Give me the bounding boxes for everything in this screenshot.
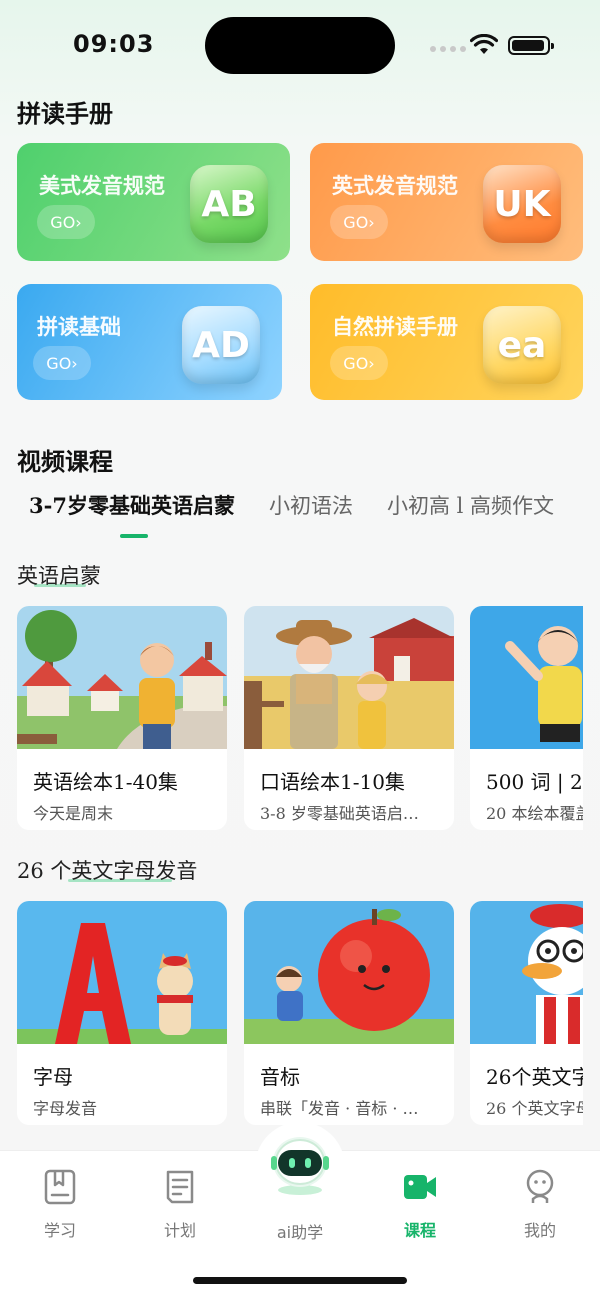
video-row-enlightenment: 英语绘本1-40集 今天是周末 口语绘本1-10集 3-8 岁零基础英语启… 5… — [17, 606, 583, 830]
tab-course[interactable]: 课程 — [380, 1169, 460, 1241]
phonics-section-title: 拼读手册 — [17, 100, 113, 128]
ea-badge-icon: ea — [483, 306, 561, 384]
tab-plan[interactable]: 计划 — [140, 1169, 220, 1241]
battery-icon — [508, 36, 554, 55]
signal-icon — [430, 46, 466, 52]
go-button[interactable]: GO› — [330, 205, 388, 239]
video-card[interactable]: 字母 字母发音 — [17, 901, 227, 1125]
video-card[interactable]: 英语绘本1-40集 今天是周末 — [17, 606, 227, 830]
group-title: 英语启蒙 — [17, 564, 101, 588]
video-subtitle: 串联「发音 · 音标 · … — [260, 1099, 419, 1118]
apple-boy-thumbnail — [244, 901, 454, 1044]
tab-study[interactable]: 学习 — [20, 1169, 100, 1241]
video-title: 字母 — [33, 1065, 73, 1089]
tab-writing[interactable]: 小初高 l 高频作文 — [387, 490, 554, 520]
waving-kid-thumbnail — [470, 606, 583, 749]
phonics-card-american[interactable]: 美式发音规范 GO› AB — [17, 143, 290, 261]
letter-a-cat-thumbnail — [17, 901, 227, 1044]
dynamic-island — [205, 17, 395, 74]
tab-label: 我的 — [523, 1221, 556, 1240]
video-row-alphabet: 字母 字母发音 音标 串联「发音 · 音标 · … 26个英文字 26 个英文字… — [17, 901, 583, 1125]
book-icon — [44, 1169, 76, 1205]
video-section-title: 视频课程 — [17, 448, 113, 476]
uk-badge-icon: UK — [483, 165, 561, 243]
go-button[interactable]: GO› — [33, 346, 91, 380]
plan-icon — [166, 1170, 194, 1204]
video-icon — [404, 1175, 436, 1199]
wifi-icon — [470, 34, 498, 54]
go-button[interactable]: GO› — [37, 205, 95, 239]
home-indicator — [193, 1277, 407, 1284]
tab-grammar[interactable]: 小初语法 — [269, 490, 353, 520]
ai-assistant-button[interactable] — [255, 1122, 345, 1212]
video-title: 口语绘本1-10集 — [260, 770, 405, 794]
video-subtitle: 20 本绘本覆盖 — [486, 804, 583, 823]
group-title: 26 个英文字母发音 — [17, 859, 198, 883]
video-subtitle: 字母发音 — [33, 1099, 98, 1118]
course-tabs: 3-7岁零基础英语启蒙 小初语法 小初高 l 高频作文 — [17, 490, 588, 520]
status-time: 09:03 — [73, 30, 155, 58]
phonics-card-british[interactable]: 英式发音规范 GO› UK — [310, 143, 583, 261]
boy-village-thumbnail — [17, 606, 227, 749]
card-title: 美式发音规范 — [39, 174, 165, 198]
phonics-card-natural[interactable]: 自然拼读手册 GO› ea — [310, 284, 583, 400]
card-title: 英式发音规范 — [332, 174, 458, 198]
video-card[interactable]: 26个英文字 26 个英文字母 — [470, 901, 583, 1125]
robot-icon — [271, 1137, 329, 1195]
tab-label: 课程 — [403, 1221, 436, 1240]
video-subtitle: 26 个英文字母 — [486, 1099, 583, 1118]
duck-teacher-thumbnail — [470, 901, 583, 1044]
video-card[interactable]: 口语绘本1-10集 3-8 岁零基础英语启… — [244, 606, 454, 830]
video-subtitle: 今天是周末 — [33, 804, 114, 823]
tab-profile[interactable]: 我的 — [500, 1169, 580, 1241]
active-tab-indicator — [120, 534, 148, 538]
video-card[interactable]: 音标 串联「发音 · 音标 · … — [244, 901, 454, 1125]
video-title: 26个英文字 — [486, 1065, 583, 1089]
tab-label: 计划 — [163, 1221, 196, 1240]
status-bar: 09:03 — [0, 0, 600, 90]
card-title: 拼读基础 — [37, 315, 121, 339]
ab-badge-icon: AB — [190, 165, 268, 243]
video-subtitle: 3-8 岁零基础英语启… — [260, 804, 419, 823]
go-button[interactable]: GO› — [330, 346, 388, 380]
card-title: 自然拼读手册 — [332, 315, 458, 339]
video-title: 英语绘本1-40集 — [33, 770, 178, 794]
tab-ai-assistant[interactable]: ai助学 — [260, 1211, 340, 1243]
video-card[interactable]: 500 词 | 20 20 本绘本覆盖 — [470, 606, 583, 830]
farmer-girl-thumbnail — [244, 606, 454, 749]
profile-icon — [526, 1169, 554, 1203]
video-title: 500 词 | 20 — [486, 770, 583, 794]
tab-enlightenment[interactable]: 3-7岁零基础英语启蒙 — [29, 490, 235, 520]
ad-badge-icon: AD — [182, 306, 260, 384]
tab-label: ai助学 — [276, 1223, 324, 1242]
video-title: 音标 — [260, 1065, 300, 1089]
phonics-card-basics[interactable]: 拼读基础 GO› AD — [17, 284, 282, 400]
tab-label: 学习 — [43, 1221, 76, 1240]
